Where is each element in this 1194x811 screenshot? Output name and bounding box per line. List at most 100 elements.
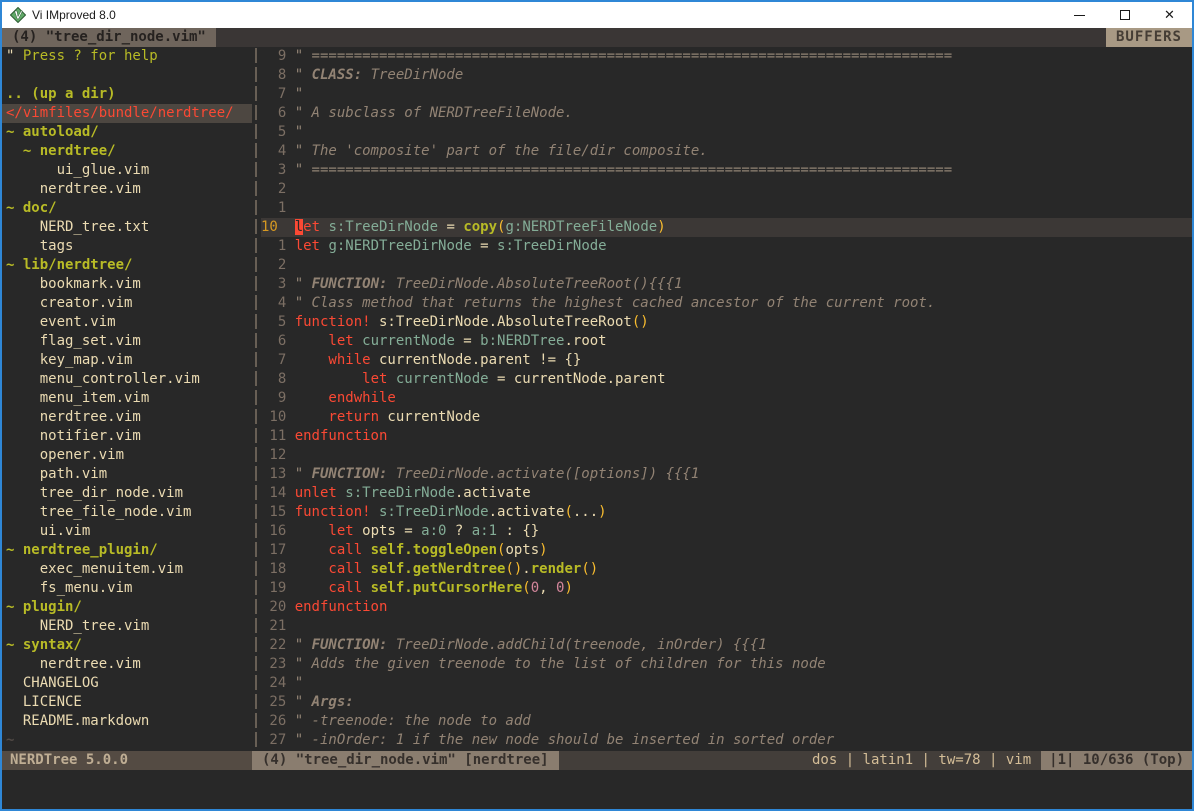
editor-line[interactable]: 4" The 'composite' part of the file/dir …: [261, 142, 1192, 161]
nerdtree-row[interactable]: " Press ? for help: [2, 47, 252, 66]
nerdtree-row[interactable]: tree_file_node.vim: [2, 503, 252, 522]
editor-line[interactable]: 7": [261, 85, 1192, 104]
editor-line[interactable]: 13" FUNCTION: TreeDirNode.activate([opti…: [261, 465, 1192, 484]
statusline-position-segment: |1| 10/636 (Top): [1041, 751, 1192, 770]
window-split-separator[interactable]: [252, 47, 261, 751]
nerdtree-row[interactable]: ~: [2, 731, 252, 750]
buffers-label[interactable]: BUFFERS: [1106, 28, 1192, 47]
line-number: 19: [261, 579, 286, 598]
nerdtree-row[interactable]: ~ nerdtree_plugin/: [2, 541, 252, 560]
window-title: Vi IMproved 8.0: [32, 8, 116, 22]
nerdtree-row[interactable]: NERD_tree.txt: [2, 218, 252, 237]
editor-line[interactable]: 16 let opts = a:0 ? a:1 : {}: [261, 522, 1192, 541]
nerdtree-row[interactable]: path.vim: [2, 465, 252, 484]
editor-line[interactable]: 3" FUNCTION: TreeDirNode.AbsoluteTreeRoo…: [261, 275, 1192, 294]
line-number: 4: [261, 142, 286, 161]
editor-current-line[interactable]: 10let s:TreeDirNode = copy(g:NERDTreeFil…: [261, 218, 1192, 237]
nerdtree-row[interactable]: ~ nerdtree/: [2, 142, 252, 161]
nerdtree-row[interactable]: flag_set.vim: [2, 332, 252, 351]
editor-line[interactable]: 5": [261, 123, 1192, 142]
nerdtree-row[interactable]: ~ doc/: [2, 199, 252, 218]
line-number: 9: [261, 389, 286, 408]
editor-line[interactable]: 26" -treenode: the node to add: [261, 712, 1192, 731]
editor-line[interactable]: 27" -inOrder: 1 if the new node should b…: [261, 731, 1192, 750]
line-number: 8: [261, 370, 286, 389]
editor-line[interactable]: 20endfunction: [261, 598, 1192, 617]
nerdtree-row[interactable]: key_map.vim: [2, 351, 252, 370]
nerdtree-row[interactable]: event.vim: [2, 313, 252, 332]
line-number: 7: [261, 351, 286, 370]
nerdtree-row[interactable]: exec_menuitem.vim: [2, 560, 252, 579]
editor-line[interactable]: 19 call self.putCursorHere(0, 0): [261, 579, 1192, 598]
tab-active[interactable]: (4) "tree_dir_node.vim": [2, 28, 216, 47]
nerdtree-root-row[interactable]: </vimfiles/bundle/nerdtree/: [2, 104, 252, 123]
editor-line[interactable]: 14unlet s:TreeDirNode.activate: [261, 484, 1192, 503]
nerdtree-row[interactable]: ~ plugin/: [2, 598, 252, 617]
editor-line[interactable]: 4" Class method that returns the highest…: [261, 294, 1192, 313]
nerdtree-row[interactable]: .. (up a dir): [2, 85, 252, 104]
nerdtree-row[interactable]: NERD_tree.vim: [2, 617, 252, 636]
nerdtree-row[interactable]: creator.vim: [2, 294, 252, 313]
line-number: 17: [261, 541, 286, 560]
command-line[interactable]: [2, 770, 1192, 809]
editor-line[interactable]: 24": [261, 674, 1192, 693]
editor-line[interactable]: 18 call self.getNerdtree().render(): [261, 560, 1192, 579]
editor-line[interactable]: 6 let currentNode = b:NERDTree.root: [261, 332, 1192, 351]
editor-line[interactable]: 12: [261, 446, 1192, 465]
nerdtree-row[interactable]: CHANGELOG: [2, 674, 252, 693]
nerdtree-row[interactable]: ~ lib/nerdtree/: [2, 256, 252, 275]
editor-line[interactable]: 9" =====================================…: [261, 47, 1192, 66]
line-number: 22: [261, 636, 286, 655]
nerdtree-status-segment: NERDTree 5.0.0: [2, 751, 252, 770]
line-number: 6: [261, 104, 286, 123]
nerdtree-row[interactable]: ui_glue.vim: [2, 161, 252, 180]
nerdtree-row[interactable]: tags: [2, 237, 252, 256]
editor-line[interactable]: 3" =====================================…: [261, 161, 1192, 180]
editor-line[interactable]: 1: [261, 199, 1192, 218]
line-number: 10: [261, 408, 286, 427]
editor-line[interactable]: 21: [261, 617, 1192, 636]
editor-line[interactable]: 22" FUNCTION: TreeDirNode.addChild(treen…: [261, 636, 1192, 655]
editor-line[interactable]: 2: [261, 180, 1192, 199]
editor-line[interactable]: 10 return currentNode: [261, 408, 1192, 427]
nerdtree-row[interactable]: LICENCE: [2, 693, 252, 712]
minimize-icon: [1074, 15, 1085, 16]
nerdtree-row[interactable]: nerdtree.vim: [2, 655, 252, 674]
nerdtree-row[interactable]: nerdtree.vim: [2, 180, 252, 199]
editor-line[interactable]: 8" CLASS: TreeDirNode: [261, 66, 1192, 85]
nerdtree-row[interactable]: ~ autoload/: [2, 123, 252, 142]
maximize-button[interactable]: [1102, 2, 1147, 28]
editor-line[interactable]: 5function! s:TreeDirNode.AbsoluteTreeRoo…: [261, 313, 1192, 332]
nerdtree-row[interactable]: ui.vim: [2, 522, 252, 541]
statusline-filler: dos | latin1 | tw=78 | vim: [559, 751, 1042, 770]
nerdtree-row[interactable]: notifier.vim: [2, 427, 252, 446]
editor-line[interactable]: 7 while currentNode.parent != {}: [261, 351, 1192, 370]
nerdtree-row[interactable]: menu_controller.vim: [2, 370, 252, 389]
line-number: 11: [261, 427, 286, 446]
nerdtree-row[interactable]: bookmark.vim: [2, 275, 252, 294]
editor-line[interactable]: 25" Args:: [261, 693, 1192, 712]
nerdtree-row[interactable]: opener.vim: [2, 446, 252, 465]
nerdtree-row[interactable]: fs_menu.vim: [2, 579, 252, 598]
line-number: 10: [261, 218, 286, 237]
line-number: 3: [261, 161, 286, 180]
editor-line[interactable]: 6" A subclass of NERDTreeFileNode.: [261, 104, 1192, 123]
nerdtree-row[interactable]: ~ syntax/: [2, 636, 252, 655]
nerdtree-row[interactable]: README.markdown: [2, 712, 252, 731]
nerdtree-row[interactable]: tree_dir_node.vim: [2, 484, 252, 503]
nerdtree-row[interactable]: nerdtree.vim: [2, 408, 252, 427]
line-number: 8: [261, 66, 286, 85]
editor-line[interactable]: 11endfunction: [261, 427, 1192, 446]
editor-line[interactable]: 2: [261, 256, 1192, 275]
close-icon: ✕: [1164, 9, 1175, 22]
editor-line[interactable]: 15function! s:TreeDirNode.activate(...): [261, 503, 1192, 522]
editor-line[interactable]: 17 call self.toggleOpen(opts): [261, 541, 1192, 560]
minimize-button[interactable]: [1057, 2, 1102, 28]
editor-line[interactable]: 9 endwhile: [261, 389, 1192, 408]
editor-line[interactable]: 8 let currentNode = currentNode.parent: [261, 370, 1192, 389]
nerdtree-row[interactable]: menu_item.vim: [2, 389, 252, 408]
close-button[interactable]: ✕: [1147, 2, 1192, 28]
editor-line[interactable]: 23" Adds the given treenode to the list …: [261, 655, 1192, 674]
line-number: 7: [261, 85, 286, 104]
editor-line[interactable]: 1let g:NERDTreeDirNode = s:TreeDirNode: [261, 237, 1192, 256]
